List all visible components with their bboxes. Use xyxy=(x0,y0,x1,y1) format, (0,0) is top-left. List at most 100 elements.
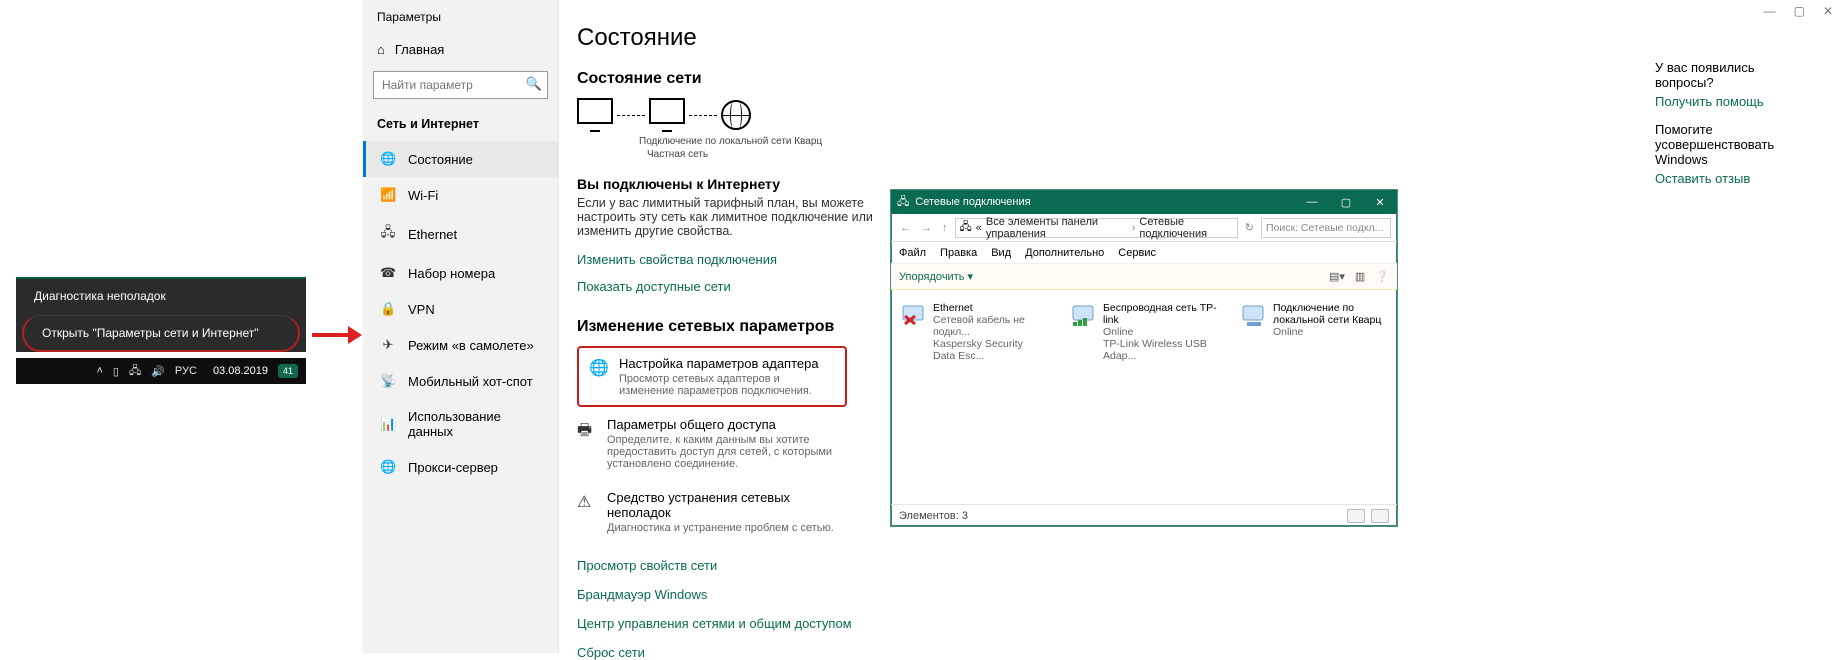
proxy-icon: 🌐 xyxy=(380,459,396,475)
connection-item-lan[interactable]: Подключение по локальной сети Кварц Onli… xyxy=(1241,302,1387,362)
view-details-button[interactable] xyxy=(1347,509,1365,523)
menu-service[interactable]: Сервис xyxy=(1118,247,1156,259)
sidebar-item-hotspot[interactable]: 📡Мобильный хот-спот xyxy=(363,363,558,399)
close-button[interactable]: ✕ xyxy=(1363,190,1397,214)
search-icon[interactable]: 🔍 xyxy=(526,76,542,92)
forward-button[interactable]: → xyxy=(918,222,935,234)
system-tray: ˄ ▯ 🖧 🔊 РУС 03.08.2019 41 xyxy=(16,358,306,384)
status-count-label: Элементов: xyxy=(899,510,959,522)
volume-icon[interactable]: 🔊 xyxy=(151,365,165,378)
search-input[interactable] xyxy=(373,71,548,99)
toolbar-preview-pane-icon[interactable]: ▥ xyxy=(1355,270,1365,283)
explorer-search-input[interactable]: Поиск: Сетевые подкл... xyxy=(1261,218,1391,238)
sidebar-section-header: Сеть и Интернет xyxy=(363,111,558,141)
option-desc: Диагностика и устранение проблем с сетью… xyxy=(607,522,835,534)
option-desc: Просмотр сетевых адаптеров и изменение п… xyxy=(619,373,835,397)
sidebar-item-vpn[interactable]: 🔒VPN xyxy=(363,291,558,327)
maximize-button[interactable]: ▢ xyxy=(1329,190,1363,214)
menu-extra[interactable]: Дополнительно xyxy=(1025,247,1104,259)
warning-icon: ⚠ xyxy=(577,492,595,534)
option-title: Параметры общего доступа xyxy=(607,417,835,432)
taskbar-context-block: Диагностика неполадок Открыть "Параметры… xyxy=(16,277,306,384)
menu-view[interactable]: Вид xyxy=(991,247,1011,259)
sidebar-item-dialup[interactable]: ☎Набор номера xyxy=(363,255,558,291)
network-diagram xyxy=(577,98,1839,132)
refresh-button[interactable]: ↻ xyxy=(1242,221,1257,234)
option-title: Средство устранения сетевых неполадок xyxy=(607,490,835,520)
menu-item-open-network-settings[interactable]: Открыть "Параметры сети и Интернет" xyxy=(22,315,300,352)
airplane-icon: ✈ xyxy=(380,337,396,353)
hotspot-icon: 📡 xyxy=(380,373,396,389)
sidebar-item-airplane[interactable]: ✈Режим «в самолете» xyxy=(363,327,558,363)
link-leave-feedback[interactable]: Оставить отзыв xyxy=(1655,171,1815,186)
explorer-statusbar: Элементов: 3 xyxy=(891,504,1397,526)
globe-icon xyxy=(721,100,751,130)
network-badge[interactable]: 41 xyxy=(278,364,298,378)
back-button[interactable]: ← xyxy=(897,222,914,234)
keyboard-lang[interactable]: РУС xyxy=(175,365,197,377)
connection-name: Подключение по локальной сети Кварц xyxy=(1273,302,1387,326)
view-icons-button[interactable] xyxy=(1371,509,1389,523)
status-count: 3 xyxy=(962,510,968,522)
link-show-available-networks[interactable]: Показать доступные сети xyxy=(577,279,731,294)
toolbar-view-icon[interactable]: ▤▾ xyxy=(1329,270,1345,283)
toolbar-organize-button[interactable]: Упорядочить ▾ xyxy=(899,270,973,283)
tray-date[interactable]: 03.08.2019 xyxy=(213,365,268,377)
up-button[interactable]: ↑ xyxy=(939,222,951,234)
breadcrumb[interactable]: 🖧 « Все элементы панели управления › Сет… xyxy=(955,218,1238,238)
battery-icon[interactable]: ▯ xyxy=(113,365,119,378)
chevron-up-icon[interactable]: ˄ xyxy=(96,365,102,377)
connection-item-ethernet[interactable]: Ethernet Сетевой кабель не подкл... Kasp… xyxy=(901,302,1047,362)
sidebar-item-wifi[interactable]: 📶Wi-Fi xyxy=(363,177,558,213)
tray-context-menu: Диагностика неполадок Открыть "Параметры… xyxy=(16,279,306,352)
breadcrumb-root[interactable]: Все элементы панели управления xyxy=(986,216,1128,240)
explorer-toolbar: Упорядочить ▾ ▤▾ ▥ ❔ xyxy=(891,264,1397,290)
link-get-help[interactable]: Получить помощь xyxy=(1655,94,1815,109)
sidebar-home-label: Главная xyxy=(395,42,444,57)
option-title: Настройка параметров адаптера xyxy=(619,356,835,371)
page-title: Состояние xyxy=(577,24,1839,52)
connection-name: Ethernet xyxy=(933,302,1047,314)
sidebar-home[interactable]: ⌂ Главная xyxy=(363,34,558,65)
network-icon[interactable]: 🖧 xyxy=(129,362,141,381)
sidebar-item-status[interactable]: 🌐Состояние xyxy=(363,141,558,177)
option-adapter-settings[interactable]: 🌐 Настройка параметров адаптера Просмотр… xyxy=(577,346,847,407)
connections-grid: Ethernet Сетевой кабель не подкл... Kasp… xyxy=(891,290,1397,374)
wifi-icon: 📶 xyxy=(380,187,396,203)
minimize-button[interactable]: — xyxy=(1295,190,1329,214)
sidebar-search: 🔍 xyxy=(373,71,548,99)
help-panel-feedback: Помогите усовершенствовать Windows Остав… xyxy=(1655,122,1815,186)
vpn-icon: 🔒 xyxy=(380,301,396,317)
guide-arrow-icon xyxy=(312,320,362,350)
network-connections-window: 🖧 Сетевые подключения — ▢ ✕ ← → ↑ 🖧 « Вс… xyxy=(890,189,1398,527)
menu-item-diagnostics[interactable]: Диагностика неполадок xyxy=(16,279,306,313)
help-question: У вас появились вопросы? xyxy=(1655,60,1815,90)
link-change-connection-properties[interactable]: Изменить свойства подключения xyxy=(577,252,777,267)
link-network-properties[interactable]: Просмотр свойств сети xyxy=(577,558,1839,573)
explorer-address-bar: ← → ↑ 🖧 « Все элементы панели управления… xyxy=(891,214,1397,242)
menu-edit[interactable]: Правка xyxy=(940,247,977,259)
sidebar-item-proxy[interactable]: 🌐Прокси-сервер xyxy=(363,449,558,485)
feedback-prompt: Помогите усовершенствовать Windows xyxy=(1655,122,1815,167)
network-status-heading: Состояние сети xyxy=(577,70,1839,88)
connected-body: Если у вас лимитный тарифный план, вы мо… xyxy=(577,196,877,238)
connection-status: Online xyxy=(1273,326,1387,338)
link-firewall[interactable]: Брандмауэр Windows xyxy=(577,587,1839,602)
toolbar-help-icon[interactable]: ❔ xyxy=(1375,270,1389,283)
option-desc: Определите, к каким данным вы хотите пре… xyxy=(607,434,835,470)
connection-device: Kaspersky Security Data Esc... xyxy=(933,338,1047,362)
explorer-titlebar: 🖧 Сетевые подключения — ▢ ✕ xyxy=(891,190,1397,214)
sidebar-item-data-usage[interactable]: 📊Использование данных xyxy=(363,399,558,449)
connection-name: Беспроводная сеть TP-link xyxy=(1103,302,1217,326)
option-troubleshoot[interactable]: ⚠ Средство устранения сетевых неполадок … xyxy=(577,480,847,544)
connection-item-wifi[interactable]: Беспроводная сеть TP-link Online TP-Link… xyxy=(1071,302,1217,362)
control-panel-icon: 🖧 xyxy=(960,218,972,237)
link-network-sharing-center[interactable]: Центр управления сетями и общим доступом xyxy=(577,616,1839,631)
status-icon: 🌐 xyxy=(380,151,396,167)
option-sharing-settings[interactable]: 🖶 Параметры общего доступа Определите, к… xyxy=(577,407,847,480)
ethernet-adapter-icon xyxy=(901,302,927,328)
menu-file[interactable]: Файл xyxy=(899,247,926,259)
sidebar-item-ethernet[interactable]: 🖧Ethernet xyxy=(363,213,558,255)
breadcrumb-leaf[interactable]: Сетевые подключения xyxy=(1139,216,1232,240)
connection-status: Сетевой кабель не подкл... xyxy=(933,314,1047,338)
